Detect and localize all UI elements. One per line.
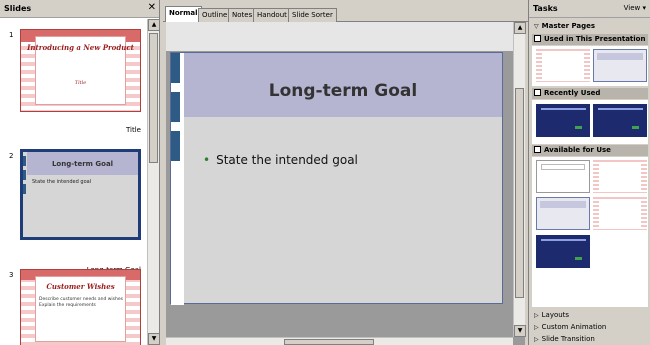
tab-outline[interactable]: Outline [198, 8, 232, 22]
custom-animation-toggle[interactable]: ▷ Custom Animation [532, 322, 648, 333]
slide-left-border [171, 53, 184, 305]
view-menu-button[interactable]: View ▾ [624, 4, 646, 12]
section-label: Available for Use [544, 146, 611, 154]
view-tab-bar: Normal Outline Notes Handout Slide Sorte… [163, 0, 528, 22]
section-recently-used[interactable]: Recently Used [532, 88, 648, 99]
tasks-panel: Tasks View ▾ ▽ Master Pages Used in This … [528, 0, 650, 345]
arrow-down-icon[interactable]: ▼ [148, 333, 160, 345]
workspace-top-area [166, 22, 513, 51]
main-horizontal-scrollbar[interactable] [166, 337, 513, 345]
slides-panel-header: Slides ✕ [0, 0, 159, 18]
arrow-down-icon[interactable]: ▼ [514, 325, 526, 337]
master-page-thumbnail-selected[interactable] [536, 197, 590, 230]
slide-number: 1 [9, 31, 14, 39]
available-masters [532, 157, 648, 307]
close-icon[interactable]: ✕ [148, 2, 156, 13]
tasks-panel-header: Tasks View ▾ [529, 0, 650, 18]
task-label: Custom Animation [541, 323, 607, 331]
slide-preview[interactable]: Long-term Goal State the intended goal [20, 149, 141, 240]
current-slide[interactable]: Long-term Goal • State the intended goal [170, 52, 503, 305]
slides-panel-title: Slides [4, 4, 32, 13]
master-pages-label: Master Pages [541, 22, 596, 30]
slide-preview-bullet: Explain the requirements [39, 303, 96, 308]
tab-notes[interactable]: Notes [228, 8, 257, 22]
slides-panel: Slides ✕ 1 Introducing a New Product Tit… [0, 0, 160, 345]
master-page-thumbnail[interactable] [536, 104, 590, 137]
slide-thumbnail-2[interactable]: 2 Long-term Goal State the intended goal… [0, 149, 146, 279]
slide-preview-title: Introducing a New Product [27, 43, 134, 52]
slide-transition-toggle[interactable]: ▷ Slide Transition [532, 334, 648, 345]
bullet-icon: • [203, 153, 211, 167]
bullet-text: State the intended goal [216, 153, 358, 167]
master-page-thumbnail[interactable] [593, 49, 647, 82]
slide-preview-subtitle: Title [74, 80, 87, 86]
slides-vertical-scrollbar[interactable]: ▲ ▼ [147, 19, 160, 345]
slide-workspace[interactable]: Long-term Goal • State the intended goal [166, 22, 525, 345]
slide-number: 3 [9, 271, 14, 279]
scrollbar-thumb[interactable] [284, 339, 374, 345]
recent-masters [532, 100, 648, 144]
collapse-icon [534, 146, 541, 153]
slide-preview-bullet: Describe customer needs and wishes [39, 297, 123, 302]
tab-normal[interactable]: Normal [165, 6, 202, 22]
slide-bullet-text[interactable]: • State the intended goal [203, 153, 358, 167]
slide-preview[interactable]: Customer Wishes Describe customer needs … [20, 269, 141, 345]
layouts-toggle[interactable]: ▷ Layouts [532, 310, 648, 321]
slide-thumbnail-1[interactable]: 1 Introducing a New Product Title Title [0, 29, 146, 149]
tab-slide-sorter[interactable]: Slide Sorter [288, 8, 337, 22]
arrow-up-icon[interactable]: ▲ [148, 19, 160, 31]
section-used-in-presentation[interactable]: Used in This Presentation [532, 34, 648, 45]
slide-thumbnail-3[interactable]: 3 Customer Wishes Describe customer need… [0, 269, 146, 345]
arrow-up-icon[interactable]: ▲ [514, 22, 526, 34]
tab-handout[interactable]: Handout [253, 8, 291, 22]
slide-title[interactable]: Long-term Goal [184, 81, 502, 101]
main-vertical-scrollbar[interactable]: ▲ ▼ [513, 22, 526, 337]
master-page-thumbnail[interactable] [536, 49, 590, 82]
triangle-down-icon: ▽ [534, 23, 539, 30]
slide-number: 2 [9, 152, 14, 160]
used-masters [532, 46, 648, 86]
section-label: Recently Used [544, 89, 601, 97]
tasks-panel-title: Tasks [533, 4, 558, 13]
section-available-for-use[interactable]: Available for Use [532, 145, 648, 156]
slide-preview-bullet: State the intended goal [32, 179, 92, 185]
collapse-icon [534, 89, 541, 96]
master-page-thumbnail[interactable] [536, 160, 590, 193]
master-page-thumbnail[interactable] [593, 197, 647, 230]
master-page-thumbnail[interactable] [536, 235, 590, 268]
slide-preview[interactable]: Introducing a New Product Title [20, 29, 141, 112]
triangle-right-icon: ▷ [534, 312, 539, 319]
slide-thumbnail-list: 1 Introducing a New Product Title Title … [0, 19, 146, 345]
slide-preview-title: Long-term Goal [51, 160, 114, 168]
master-page-thumbnail[interactable] [593, 104, 647, 137]
slide-caption: Title [125, 126, 141, 134]
triangle-right-icon: ▷ [534, 324, 539, 331]
triangle-right-icon: ▷ [534, 336, 539, 343]
main-editing-area: Normal Outline Notes Handout Slide Sorte… [163, 0, 528, 345]
scrollbar-thumb[interactable] [515, 88, 524, 298]
task-label: Layouts [541, 311, 570, 319]
master-page-thumbnail[interactable] [593, 160, 647, 193]
master-pages-toggle[interactable]: ▽ Master Pages [532, 21, 648, 32]
slide-preview-title: Customer Wishes [46, 282, 115, 291]
task-label: Slide Transition [541, 335, 595, 343]
scrollbar-thumb[interactable] [149, 33, 158, 163]
collapse-icon [534, 35, 541, 42]
section-label: Used in This Presentation [544, 35, 646, 43]
